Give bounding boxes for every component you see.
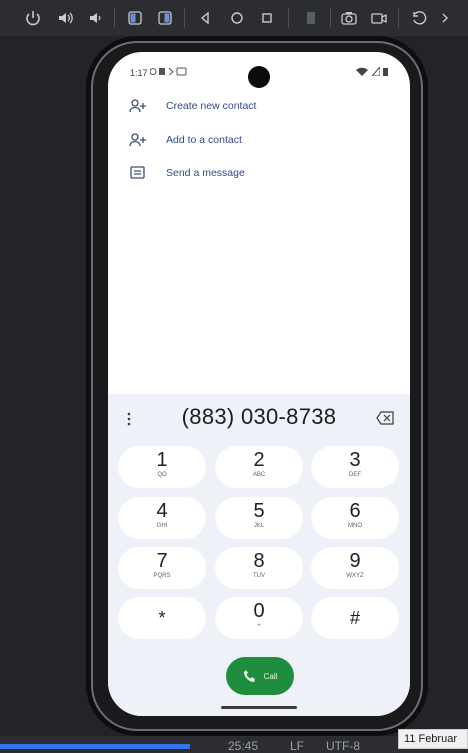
status-system-icons [355,67,388,76]
key-letters: PQRS [153,573,171,579]
dialpad-key[interactable]: 3 DEF [311,446,399,488]
signal-icon [372,67,380,76]
key-digit: 4 [156,500,168,522]
key-digit: 0 [253,600,265,622]
toolbar-separator [330,8,331,28]
key-letters: + [257,623,261,629]
key-letters: TUV [253,573,265,579]
add-person-icon [128,130,148,150]
add-person-icon [128,96,148,116]
volume-down-icon[interactable] [84,7,106,29]
key-letters: JKL [253,523,265,529]
key-letters: MNO [348,523,362,529]
chevron-right-icon[interactable] [434,7,456,29]
power-icon[interactable] [22,7,44,29]
ide-encoding[interactable]: UTF-8 [326,739,360,753]
record-icon[interactable] [368,7,390,29]
ide-clock: 25:45 [228,739,259,753]
toolbar-separator [288,8,289,28]
key-letters: DEF [349,472,361,478]
dialpad-key[interactable]: 9 WXYZ [311,547,399,589]
backspace-icon[interactable] [376,411,394,425]
volume-up-icon[interactable] [54,7,76,29]
menu-send-message[interactable]: Send a message [128,161,245,185]
key-digit: 2 [253,449,265,471]
key-digit: # [349,608,360,628]
key-letters: WXYZ [346,573,364,579]
key-letters: ABC [252,472,266,478]
rotate-right-icon[interactable] [154,7,176,29]
dialpad-key[interactable]: 6 MNO [311,497,399,539]
back-icon[interactable] [194,7,216,29]
dialpad-key[interactable]: 4 GHI [118,497,206,539]
dialpad-key[interactable]: 2 ABC [215,446,303,488]
home-icon[interactable] [226,7,248,29]
battery-icon [383,68,388,76]
toolbar-separator [398,8,399,28]
key-digit: 8 [253,550,265,572]
status-notification-icons [150,67,190,76]
date-tooltip: 11 Februar [398,729,468,749]
menu-label: Create new contact [166,100,257,112]
message-icon [128,163,148,183]
key-digit: 9 [349,550,361,572]
key-digit: * [158,608,166,628]
snapshot-icon[interactable] [408,7,430,29]
emulator-toolbar [0,0,468,36]
status-time: 1:17 [130,68,148,78]
key-digit: 5 [253,500,265,522]
dialpad-key[interactable]: 1 QO [118,446,206,488]
dialpad-key[interactable]: 5 JKL [215,497,303,539]
key-digit: 6 [349,500,361,522]
overview-icon[interactable] [256,7,278,29]
menu-add-to-contact[interactable]: Add to a contact [128,128,242,152]
menu-create-contact[interactable]: Create new contact [128,94,256,118]
menu-label: Send a message [166,167,245,179]
call-button[interactable]: Call [226,657,294,695]
fold-icon[interactable] [300,7,322,29]
menu-label: Add to a contact [166,134,242,146]
toolbar-separator [184,8,185,28]
key-digit: 3 [349,449,361,471]
notification-icons [150,67,187,76]
camera-cutout [248,66,270,88]
number-row: (883) 030-8738 [108,394,410,444]
dialpad-panel: (883) 030-8738 1 QO 2 ABC 3 DEF 4 GHI 5 JKL 6 MNO 7 P… [108,394,410,716]
key-letters: QO [157,472,167,478]
dialpad-key[interactable]: 7 PQRS [118,547,206,589]
call-label: Call [263,671,278,681]
dialpad-key[interactable]: * [118,597,206,639]
gesture-nav-handle[interactable] [221,706,297,709]
dialpad-key[interactable]: 0 + [215,597,303,639]
key-digit: 7 [156,550,168,572]
device-screen[interactable]: 1:17 Create new contact Add to a contact… [108,52,410,716]
toolbar-separator [114,8,115,28]
key-letters: GHI [156,523,168,529]
phone-icon [243,670,255,682]
ide-progress-bar [0,744,190,749]
camera-icon[interactable] [338,7,360,29]
dialed-number[interactable]: (883) 030-8738 [108,404,410,430]
key-digit: 1 [156,449,168,471]
dialpad-key[interactable]: # [311,597,399,639]
rotate-left-icon[interactable] [124,7,146,29]
dialpad-key[interactable]: 8 TUV [215,547,303,589]
ide-line-ending[interactable]: LF [290,739,304,753]
wifi-icon [356,67,368,76]
